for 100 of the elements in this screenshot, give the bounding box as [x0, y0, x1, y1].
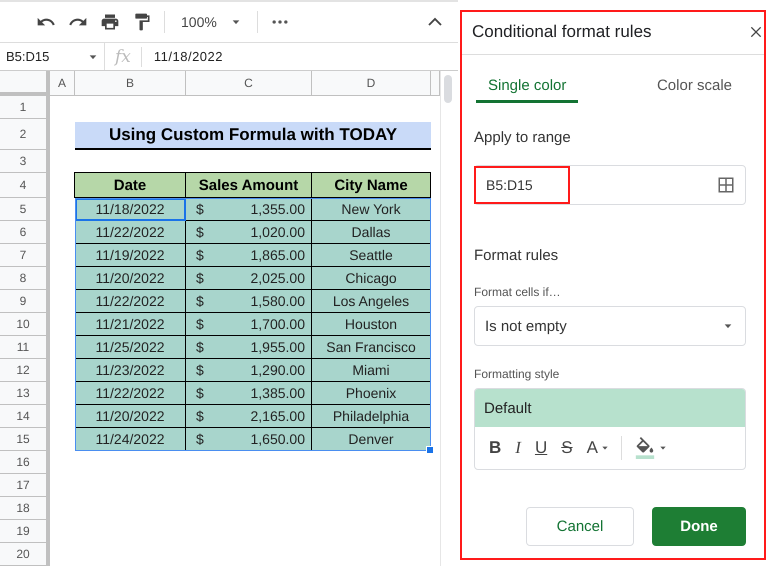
- row-header[interactable]: 4: [0, 173, 50, 198]
- amount-value: 2,165.00: [250, 408, 305, 424]
- amount-value: 2,025.00: [250, 270, 305, 286]
- currency-symbol: $: [196, 362, 204, 378]
- table-header-cell: Date: [74, 172, 186, 198]
- currency-symbol: $: [196, 224, 204, 240]
- print-icon[interactable]: [100, 12, 120, 32]
- range-value: B5:D15: [474, 166, 570, 204]
- table-cell: 11/24/2022: [75, 428, 186, 451]
- row-header[interactable]: 12: [0, 359, 50, 382]
- table-cell: 11/22/2022: [75, 382, 186, 405]
- column-header-filler: [431, 71, 440, 96]
- table-cell: 11/20/2022: [75, 405, 186, 428]
- row-header[interactable]: 10: [0, 313, 50, 336]
- table-cell: Seattle: [312, 244, 431, 267]
- table-cell: San Francisco: [312, 336, 431, 359]
- grid-icon[interactable]: [717, 176, 735, 194]
- style-preview[interactable]: Default: [475, 389, 745, 427]
- row-header[interactable]: 15: [0, 428, 50, 451]
- text-color-button[interactable]: A: [580, 438, 615, 458]
- column-header[interactable]: B: [75, 71, 186, 96]
- condition-dropdown[interactable]: Is not empty: [474, 306, 746, 346]
- row-header[interactable]: 6: [0, 221, 50, 244]
- italic-button[interactable]: I: [509, 438, 527, 458]
- row-header[interactable]: 16: [0, 451, 50, 474]
- row-header[interactable]: 11: [0, 336, 50, 359]
- table-cell: New York: [312, 198, 431, 221]
- row-header[interactable]: 19: [0, 520, 50, 543]
- row-header[interactable]: 17: [0, 474, 50, 497]
- currency-symbol: $: [196, 339, 204, 355]
- row-header[interactable]: 5: [0, 198, 50, 221]
- amount-value: 1,290.00: [250, 362, 305, 378]
- bold-button[interactable]: B: [483, 438, 508, 458]
- table-cell: 11/21/2022: [75, 313, 186, 336]
- underline-button[interactable]: U: [528, 438, 554, 458]
- field-label: Formatting style: [474, 367, 560, 381]
- section-label: Apply to range: [474, 129, 572, 146]
- row-header[interactable]: 3: [0, 150, 50, 173]
- tab[interactable]: Color scale: [644, 73, 744, 103]
- row-header[interactable]: 7: [0, 244, 50, 267]
- table-header-cell: Sales Amount: [185, 172, 312, 198]
- row-header[interactable]: 9: [0, 290, 50, 313]
- table-cell: 11/25/2022: [75, 336, 186, 359]
- amount-value: 1,955.00: [250, 339, 305, 355]
- row-header[interactable]: 2: [0, 119, 50, 150]
- table-header-cell: City Name: [311, 172, 431, 198]
- currency-symbol: $: [196, 293, 204, 309]
- fill-handle[interactable]: [426, 446, 434, 454]
- currency-symbol: $: [196, 247, 204, 263]
- amount-value: 1,700.00: [250, 316, 305, 332]
- scrollbar[interactable]: [440, 71, 455, 566]
- table-cell: Denver: [312, 428, 431, 451]
- table-cell: 11/22/2022: [75, 221, 186, 244]
- row-header[interactable]: 13: [0, 382, 50, 405]
- panel-title: Conditional format rules: [472, 22, 652, 42]
- formula-input[interactable]: 11/18/2022: [142, 49, 223, 64]
- field-label: Format cells if…: [474, 285, 562, 299]
- row-header[interactable]: 20: [0, 543, 50, 566]
- amount-value: 1,865.00: [250, 247, 305, 263]
- currency-symbol: $: [196, 385, 204, 401]
- currency-symbol: $: [196, 201, 204, 217]
- amount-value: 1,580.00: [250, 293, 305, 309]
- table-cell: 11/20/2022: [75, 267, 186, 290]
- done-button[interactable]: Done: [652, 507, 746, 546]
- amount-value: 1,385.00: [250, 385, 305, 401]
- table-cell: Chicago: [312, 267, 431, 290]
- table-cell: 11/22/2022: [75, 290, 186, 313]
- section-label: Format rules: [474, 247, 560, 264]
- table-cell: Phoenix: [312, 382, 431, 405]
- amount-value: 1,355.00: [250, 201, 305, 217]
- table-cell: Los Angeles: [312, 290, 431, 313]
- zoom-dropdown[interactable]: 100%: [177, 14, 245, 30]
- table-cell: Philadelphia: [312, 405, 431, 428]
- fx-label: fx: [105, 46, 142, 66]
- table-cell: Miami: [312, 359, 431, 382]
- strikethrough-button[interactable]: S: [555, 438, 579, 458]
- column-header[interactable]: C: [186, 71, 312, 96]
- scrollbar-thumb[interactable]: [444, 75, 452, 103]
- currency-symbol: $: [196, 316, 204, 332]
- sheet-title: Using Custom Formula with TODAY: [75, 122, 431, 150]
- currency-symbol: $: [196, 431, 204, 447]
- range-field[interactable]: B5:D15: [474, 165, 746, 205]
- caret-icon[interactable]: [658, 444, 667, 452]
- column-header[interactable]: A: [50, 71, 75, 96]
- cancel-button[interactable]: Cancel: [526, 507, 634, 546]
- row-header[interactable]: 14: [0, 405, 50, 428]
- column-header[interactable]: D: [312, 71, 431, 96]
- close-icon[interactable]: [748, 24, 764, 40]
- currency-symbol: $: [196, 408, 204, 424]
- name-box[interactable]: B5:D15: [0, 43, 105, 70]
- table-cell: 11/18/2022: [75, 198, 186, 221]
- row-header[interactable]: 18: [0, 497, 50, 520]
- row-header[interactable]: 8: [0, 267, 50, 290]
- tab[interactable]: Single color: [476, 73, 578, 103]
- caret-icon[interactable]: [600, 444, 609, 452]
- currency-symbol: $: [196, 270, 204, 286]
- amount-value: 1,020.00: [250, 224, 305, 240]
- row-header[interactable]: 1: [0, 96, 50, 119]
- table-cell: 11/19/2022: [75, 244, 186, 267]
- table-cell: Houston: [312, 313, 431, 336]
